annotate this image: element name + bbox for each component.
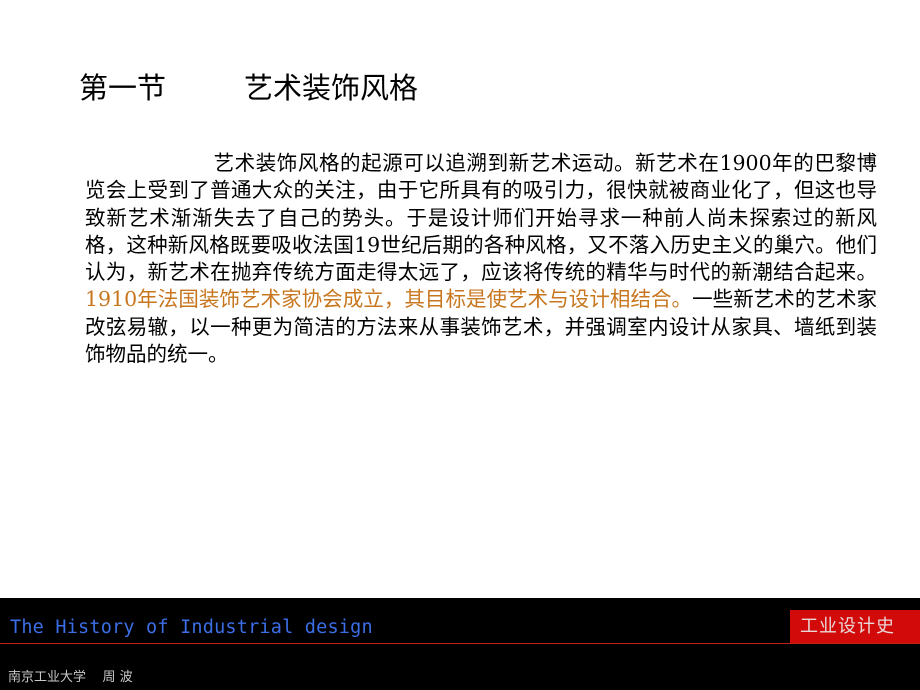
paragraph-highlight: 1910年法国装饰艺术家协会成立，其目标是使艺术与设计相结合。 xyxy=(85,287,693,312)
section-title: 艺术装饰风格 xyxy=(244,71,419,105)
footer-bar: The History of Industrial design 工业设计史 南… xyxy=(0,598,920,690)
footer-english-title: The History of Industrial design xyxy=(10,617,373,638)
slide-title: 第一节 艺术装饰风格 xyxy=(79,68,418,108)
paragraph-part-1: 艺术装饰风格的起源可以追溯到新艺术运动。新艺术在1900年的巴黎博览会上受到了普… xyxy=(85,151,877,285)
footer-author: 南京工业大学 周 波 xyxy=(8,670,133,685)
body-paragraph: 艺术装饰风格的起源可以追溯到新艺术运动。新艺术在1900年的巴黎博览会上受到了普… xyxy=(85,150,877,368)
footer-divider xyxy=(0,643,920,644)
footer-course-badge: 工业设计史 xyxy=(790,610,920,643)
section-number: 第一节 xyxy=(79,71,167,105)
